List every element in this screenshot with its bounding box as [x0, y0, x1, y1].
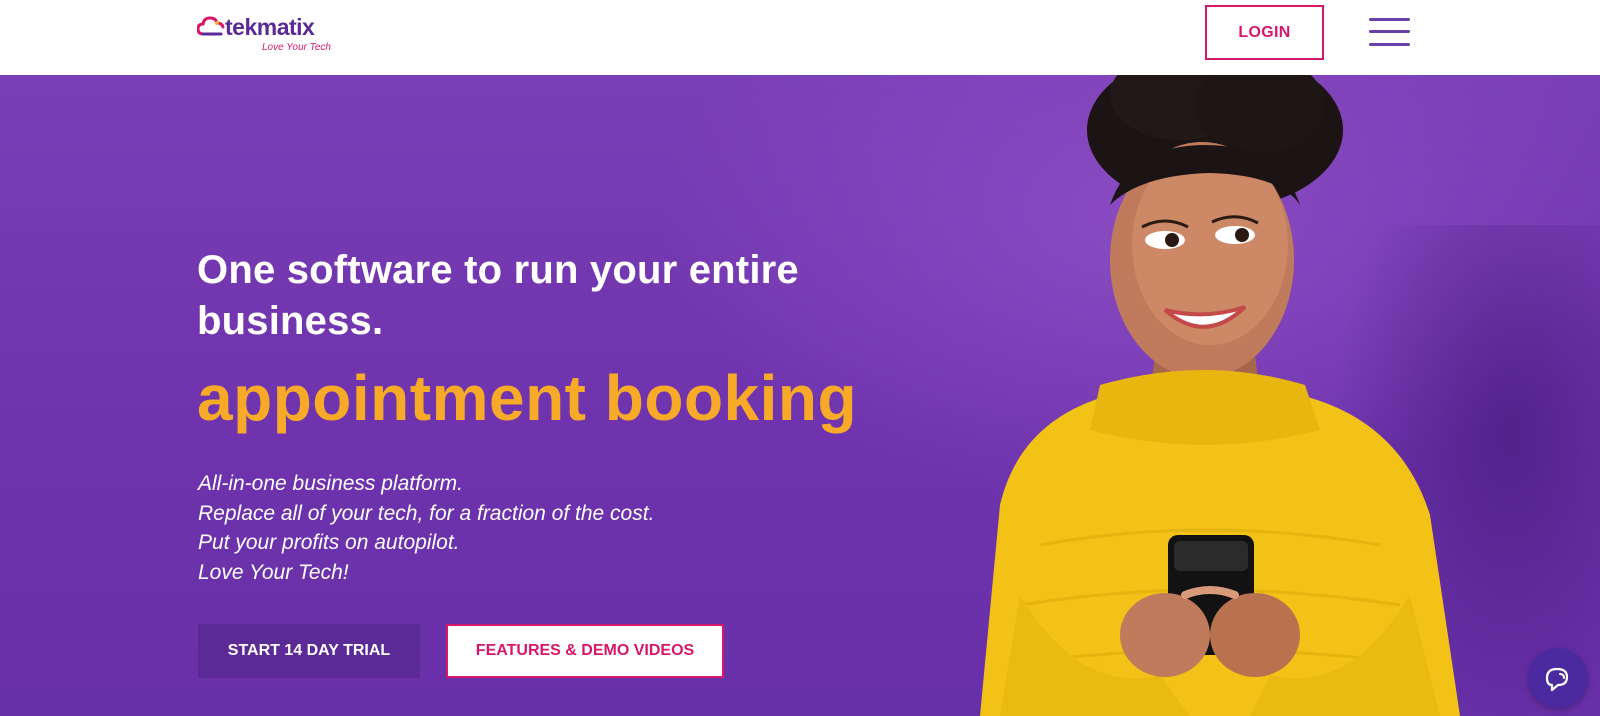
- login-button[interactable]: LOGIN: [1205, 5, 1324, 60]
- tekmatix-logo[interactable]: tekmatix Love Your Tech: [197, 12, 332, 56]
- tagline-line: All-in-one business platform.: [198, 472, 463, 495]
- chat-widget-button[interactable]: [1528, 648, 1588, 708]
- site-header: tekmatix Love Your Tech LOGIN: [0, 0, 1600, 75]
- tagline-line: Love Your Tech!: [198, 560, 349, 584]
- hero-section: One software to run your entire business…: [0, 75, 1600, 716]
- logo-wordmark: tekmatix: [225, 14, 315, 40]
- tagline-line: Put your profits on autopilot.: [198, 531, 460, 554]
- features-demo-videos-button[interactable]: FEATURES & DEMO VIDEOS: [446, 624, 724, 678]
- hero-tagline: All-in-one business platform. Replace al…: [198, 469, 654, 587]
- start-trial-button[interactable]: START 14 DAY TRIAL: [198, 624, 420, 678]
- logo-tagline: Love Your Tech: [262, 42, 331, 53]
- hamburger-menu-icon[interactable]: [1369, 16, 1410, 48]
- cloud-logo-icon: [197, 16, 225, 36]
- tagline-line: Replace all of your tech, for a fraction…: [198, 501, 655, 525]
- chat-bubble-icon: [1545, 667, 1569, 692]
- hero-photo-woman-with-phone: [980, 75, 1460, 716]
- hero-rotating-phrase: appointment booking: [197, 362, 858, 434]
- hero-headline: One software to run your entire business…: [197, 248, 799, 343]
